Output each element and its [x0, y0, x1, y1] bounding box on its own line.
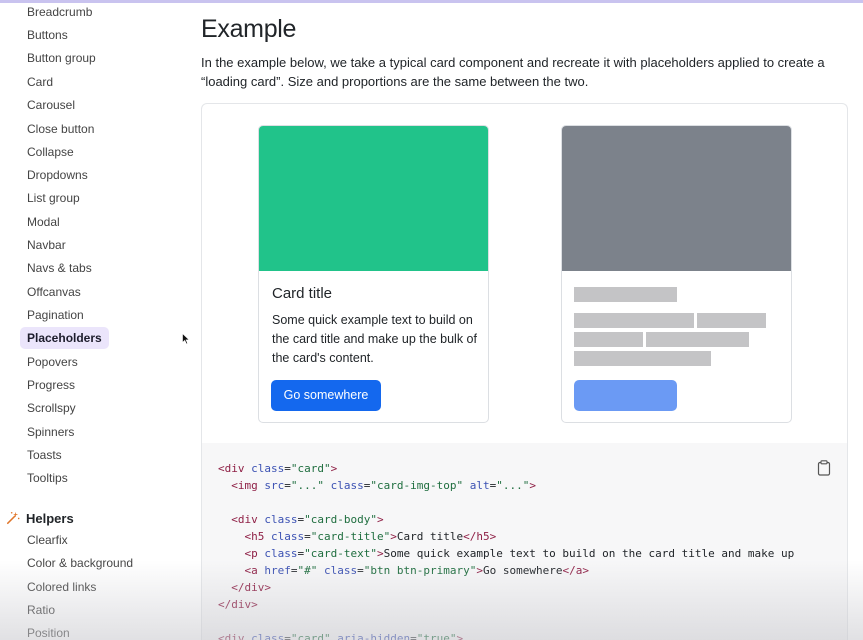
- sidebar-item-dropdowns[interactable]: Dropdowns: [20, 164, 95, 186]
- section-title: Example: [201, 15, 297, 43]
- placeholder-card: [561, 125, 792, 423]
- sidebar-item-colored-links[interactable]: Colored links: [20, 576, 103, 598]
- placeholder-text-bar: [574, 351, 711, 366]
- sidebar-item-spinners[interactable]: Spinners: [20, 421, 81, 443]
- sidebar-item-clearfix[interactable]: Clearfix: [20, 529, 75, 551]
- code-line: </div>: [231, 581, 271, 594]
- intro-paragraph: In the example below, we take a typical …: [201, 55, 825, 89]
- code-line: <img src="..." class="card-img-top" alt=…: [231, 479, 536, 492]
- card-image: [259, 126, 488, 271]
- code-snippet: <div class="card"> <img src="..." class=…: [201, 443, 848, 640]
- sidebar-item-close-button[interactable]: Close button: [20, 118, 101, 140]
- code-line: <h5 class="card-title">Card title</h5>: [244, 530, 497, 543]
- sidebar-item-collapse[interactable]: Collapse: [20, 141, 81, 163]
- sidebar-item-card[interactable]: Card: [20, 71, 60, 93]
- sidebar-item-navbar[interactable]: Navbar: [20, 234, 73, 256]
- placeholder-card-image: [562, 126, 791, 271]
- sidebar-item-popovers[interactable]: Popovers: [20, 351, 85, 373]
- sidebar-item-navs-tabs[interactable]: Navs & tabs: [20, 257, 99, 279]
- go-somewhere-button[interactable]: Go somewhere: [271, 380, 381, 411]
- code-line: <a href="#" class="btn btn-primary">Go s…: [244, 564, 589, 577]
- sidebar-item-offcanvas[interactable]: Offcanvas: [20, 281, 88, 303]
- sidebar-item-tooltips[interactable]: Tooltips: [20, 467, 75, 489]
- sidebar-section-helpers: Helpers: [6, 508, 74, 528]
- placeholder-title-bar: [574, 287, 677, 302]
- placeholder-text-bar: [646, 332, 749, 347]
- sidebar-item-modal[interactable]: Modal: [20, 211, 67, 233]
- code-line: <div class="card">: [218, 462, 338, 475]
- code-line: <div class="card-body">: [231, 513, 384, 526]
- sidebar-item-position[interactable]: Position: [20, 622, 77, 640]
- sidebar-item-breadcrumb[interactable]: Breadcrumb: [20, 1, 99, 23]
- card-title: Card title: [272, 285, 333, 302]
- clipboard-icon[interactable]: [817, 460, 831, 476]
- card-text: Some quick example text to build on the …: [272, 313, 477, 365]
- mouse-cursor-icon: [182, 333, 190, 345]
- sidebar-item-buttons[interactable]: Buttons: [20, 24, 75, 46]
- sidebar-item-button-group[interactable]: Button group: [20, 47, 103, 69]
- sidebar-item-toasts[interactable]: Toasts: [20, 444, 69, 466]
- code-line: <p class="card-text">Some quick example …: [244, 547, 795, 560]
- sidebar-item-progress[interactable]: Progress: [20, 374, 82, 396]
- code-line: </div>: [218, 598, 258, 611]
- helpers-heading: Helpers: [26, 510, 74, 526]
- sidebar-item-carousel[interactable]: Carousel: [20, 94, 82, 116]
- sidebar-item-scrollspy[interactable]: Scrollspy: [20, 397, 83, 419]
- code-text: <div class="card"> <img src="..." class=…: [218, 460, 794, 640]
- placeholder-button: [574, 380, 677, 411]
- placeholder-text-bar: [574, 332, 643, 347]
- sidebar-item-list-group[interactable]: List group: [20, 187, 87, 209]
- example-preview: Card title Some quick example text to bu…: [201, 103, 848, 443]
- sidebar-item-pagination[interactable]: Pagination: [20, 304, 91, 326]
- placeholder-text-bar: [574, 313, 694, 328]
- sidebar-item-color-background[interactable]: Color & background: [20, 552, 140, 574]
- placeholder-text-bar: [697, 313, 766, 328]
- example-card: Card title Some quick example text to bu…: [258, 125, 489, 423]
- sidebar-item-ratio[interactable]: Ratio: [20, 599, 62, 621]
- code-line: <div class="card" aria-hidden="true">: [218, 632, 464, 640]
- sidebar-item-placeholders[interactable]: Placeholders: [20, 327, 109, 349]
- sidebar: Breadcrumb Buttons Button group Card Car…: [0, 0, 190, 640]
- magic-wand-icon: [6, 511, 20, 525]
